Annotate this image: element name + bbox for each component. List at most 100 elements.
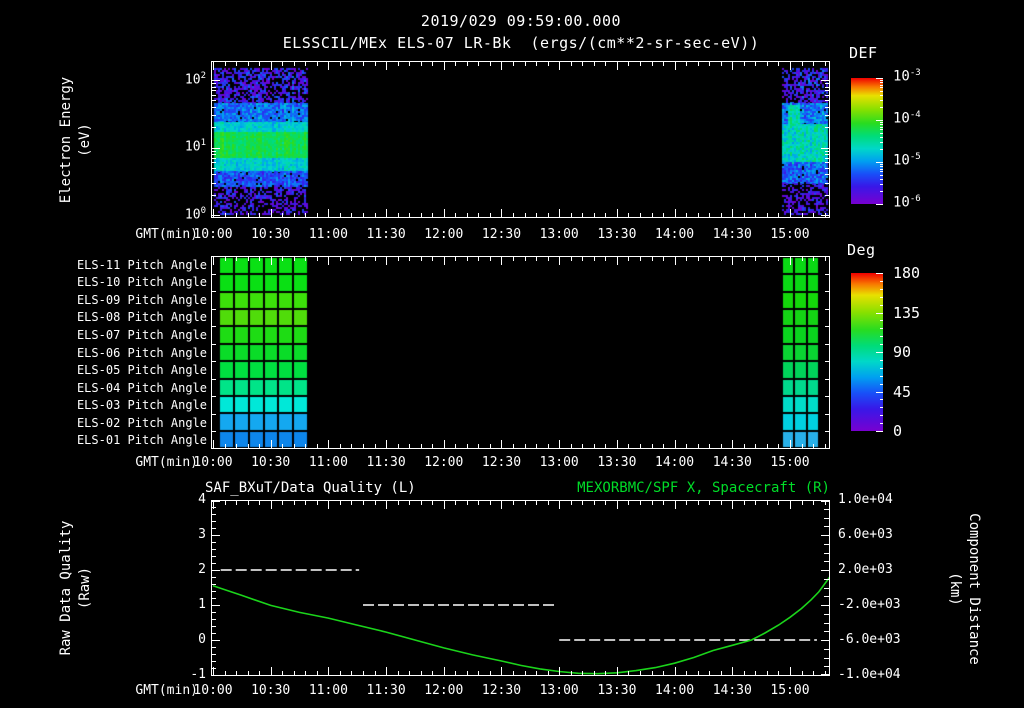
- x-tick: [328, 257, 329, 265]
- x-tick: [409, 444, 410, 448]
- x-tick: [282, 62, 283, 66]
- y-tick: [825, 162, 829, 163]
- x-tick: [536, 671, 537, 675]
- x-tick: [444, 440, 445, 448]
- x-tick: [236, 213, 237, 217]
- x-tick: [652, 671, 653, 675]
- x-tick: [813, 257, 814, 261]
- y-tick: [825, 158, 829, 159]
- x-tick: [721, 213, 722, 217]
- x-tick: [248, 213, 249, 217]
- x-tick-label: 13:00: [539, 683, 579, 698]
- x-tick: [594, 671, 595, 675]
- x-tick: [652, 257, 653, 261]
- x-tick: [744, 444, 745, 448]
- x-tick: [282, 444, 283, 448]
- x-tick: [513, 213, 514, 217]
- x-tick: [225, 213, 226, 217]
- def-colorbar: [851, 78, 883, 204]
- x-tick: [605, 444, 606, 448]
- y-tick: [212, 326, 216, 327]
- x-tick: [490, 62, 491, 66]
- y-tick: [825, 344, 829, 345]
- y-tick: [825, 151, 829, 152]
- x-tick: [467, 62, 468, 66]
- spacecraft-x-curve: [212, 576, 829, 675]
- x-tick: [328, 209, 329, 217]
- x-tick: [640, 257, 641, 261]
- colorbar1-tick-label: 10-4: [893, 110, 921, 127]
- x-tick: [628, 62, 629, 66]
- x-tick: [317, 257, 318, 261]
- x-tick-label: 10:30: [251, 455, 291, 470]
- y-tick: [212, 612, 216, 613]
- y-tick: [212, 344, 216, 345]
- x-tick-label: 10:30: [251, 227, 291, 242]
- panel3-right-tick-label: -2.0e+03: [838, 597, 901, 612]
- y-tick: [824, 588, 829, 589]
- x-tick: [675, 62, 676, 70]
- x-tick: [409, 501, 410, 505]
- colorbar1-title: DEF: [849, 44, 878, 62]
- x-tick: [686, 444, 687, 448]
- x-tick: [548, 671, 549, 675]
- y-tick: [212, 528, 216, 529]
- x-tick: [582, 444, 583, 448]
- x-tick: [721, 501, 722, 505]
- colorbar-tick: [880, 336, 883, 337]
- x-tick-label: 12:00: [424, 455, 464, 470]
- x-tick: [617, 209, 618, 217]
- y-tick: [212, 584, 216, 585]
- colorbar-tick: [876, 352, 883, 353]
- y-tick: [821, 674, 829, 675]
- x-tick: [582, 671, 583, 675]
- x-tick: [559, 62, 560, 70]
- x-tick: [259, 444, 260, 448]
- y-tick: [212, 668, 216, 669]
- x-tick: [813, 501, 814, 505]
- x-tick: [536, 444, 537, 448]
- x-tick: [375, 444, 376, 448]
- panel1-y-tick-label: 101: [184, 138, 206, 155]
- panel3-left-tick-label: 1: [198, 597, 206, 612]
- y-tick: [824, 544, 829, 545]
- colorbar-tick: [880, 124, 883, 125]
- y-tick: [821, 570, 829, 571]
- x-tick: [271, 257, 272, 265]
- x-tick: [248, 62, 249, 66]
- panel3-right-tick-label: -1.0e+04: [838, 667, 901, 682]
- x-tick: [421, 213, 422, 217]
- x-tick: [317, 213, 318, 217]
- x-tick: [271, 501, 272, 509]
- x-tick: [594, 444, 595, 448]
- x-tick: [652, 444, 653, 448]
- x-tick: [282, 213, 283, 217]
- x-tick: [548, 501, 549, 505]
- x-tick: [282, 671, 283, 675]
- x-tick: [478, 671, 479, 675]
- panel3-left-tick-label: 2: [198, 562, 206, 577]
- x-tick: [328, 440, 329, 448]
- x-tick: [340, 62, 341, 66]
- x-tick: [375, 671, 376, 675]
- x-tick: [594, 257, 595, 261]
- colorbar-tick: [876, 204, 883, 205]
- x-tick: [571, 501, 572, 505]
- y-tick: [212, 647, 216, 648]
- y-tick: [212, 396, 216, 397]
- y-tick: [212, 151, 216, 152]
- y-tick: [212, 514, 216, 515]
- x-tick: [790, 440, 791, 448]
- x-tick: [294, 671, 295, 675]
- colorbar-tick: [880, 281, 883, 282]
- x-tick: [340, 213, 341, 217]
- x-tick: [755, 257, 756, 261]
- panel2-row-label: ELS-01 Pitch Angle: [76, 433, 207, 448]
- y-tick: [212, 90, 216, 91]
- x-tick: [802, 257, 803, 261]
- y-tick: [824, 561, 829, 562]
- x-tick: [259, 257, 260, 261]
- y-tick: [821, 535, 829, 536]
- x-tick: [617, 440, 618, 448]
- x-tick: [351, 213, 352, 217]
